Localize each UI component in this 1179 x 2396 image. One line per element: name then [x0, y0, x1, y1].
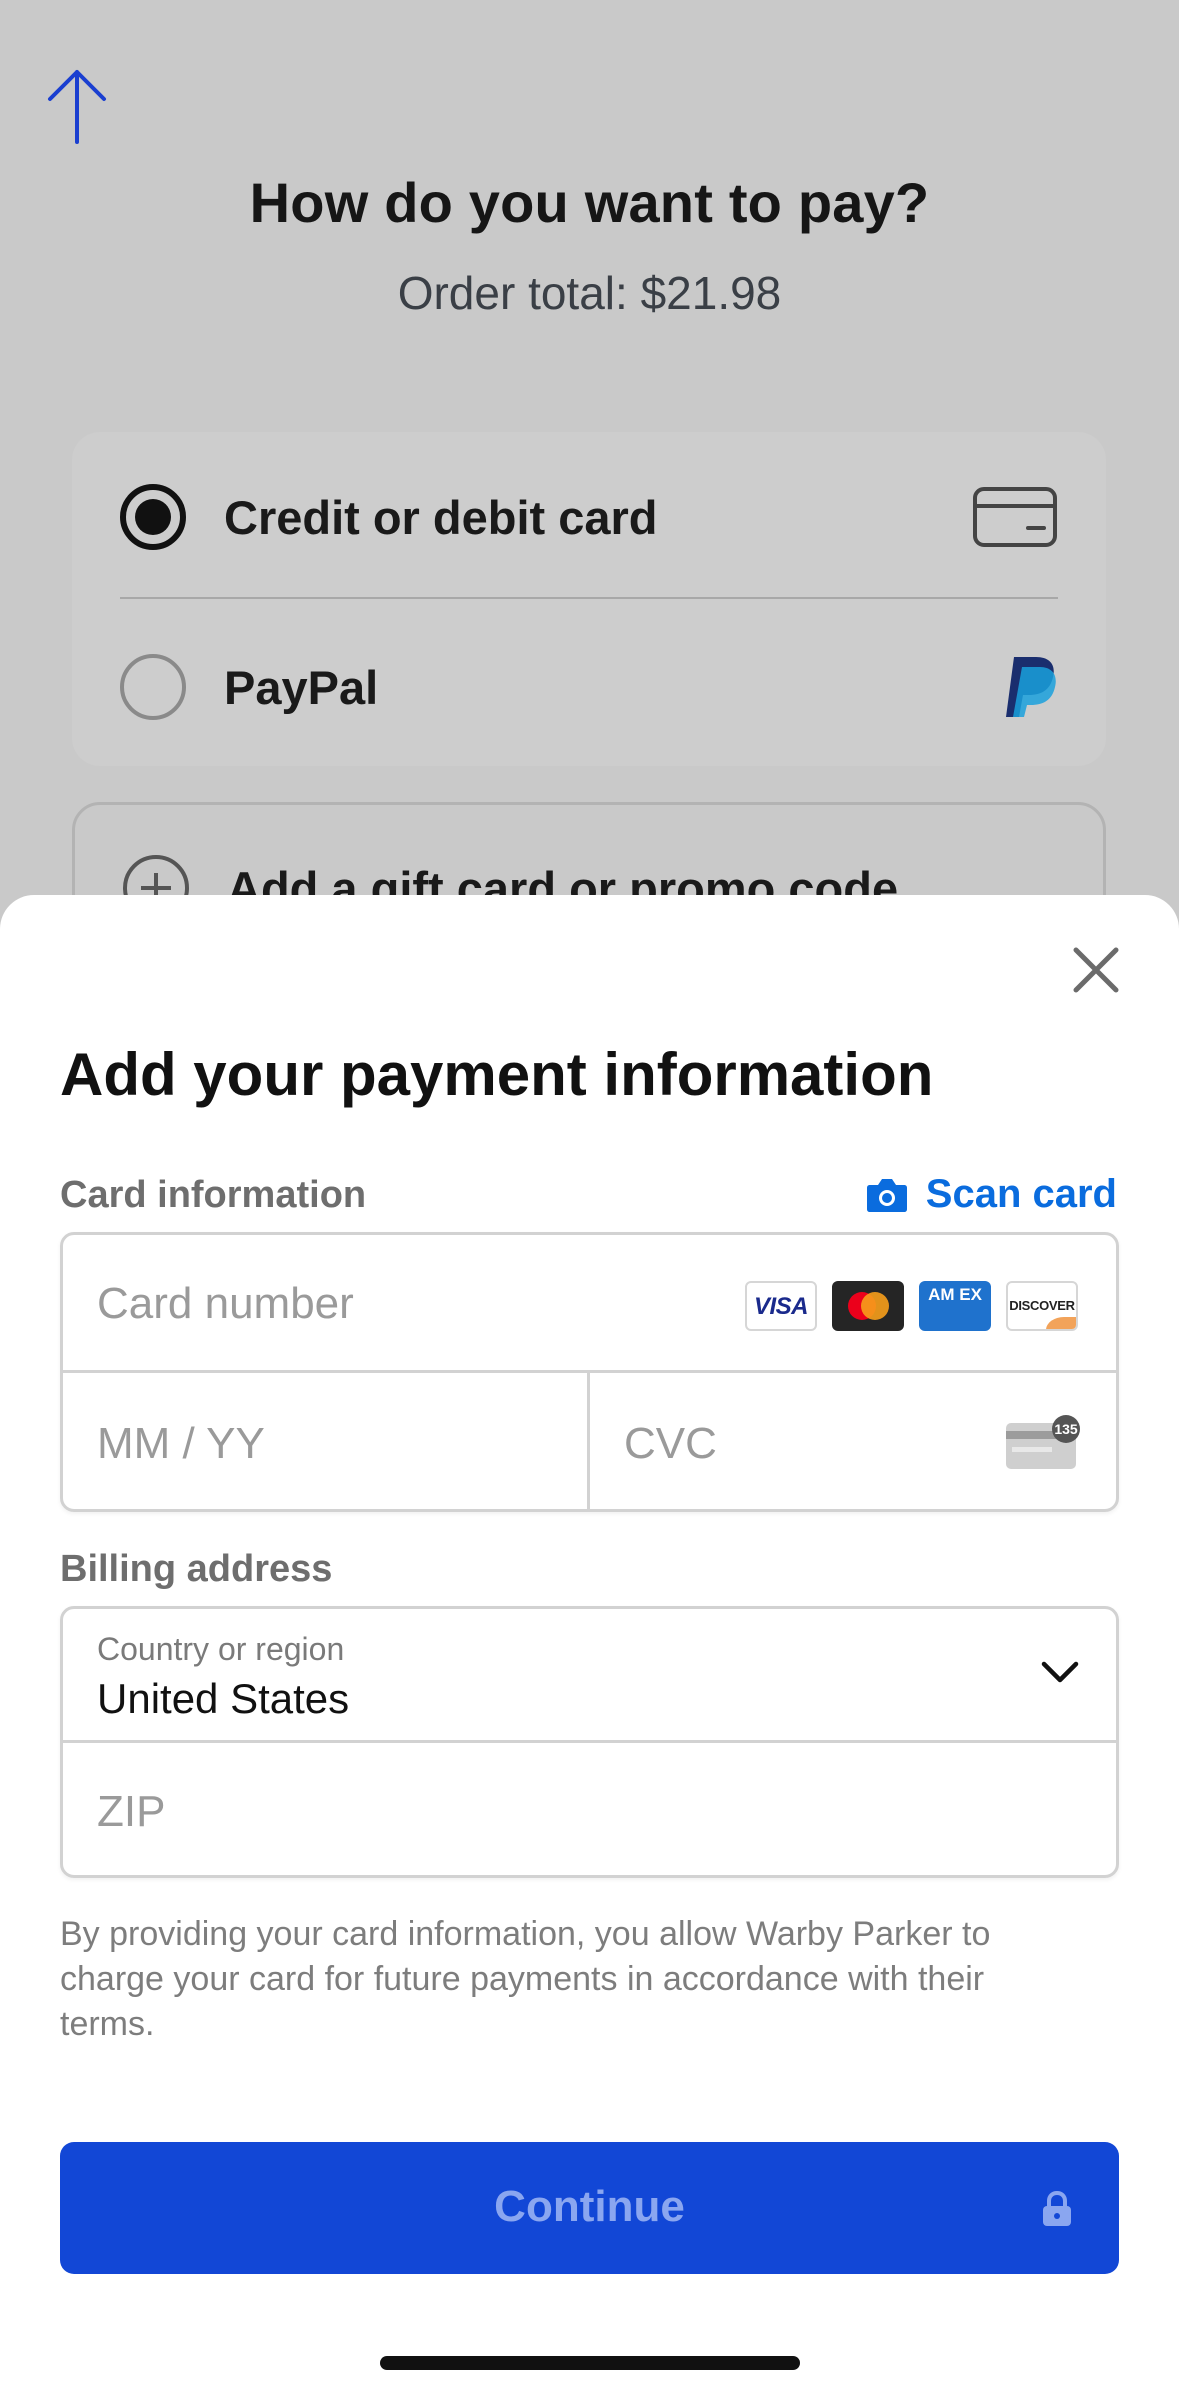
card-brand-logos: VISA AM EX DISCOVER	[730, 1281, 1078, 1331]
svg-text:135: 135	[1054, 1421, 1078, 1437]
billing-section-label: Billing address	[60, 1548, 333, 1590]
card-section-label: Card information	[60, 1174, 367, 1216]
expiry-placeholder: MM / YY	[97, 1419, 265, 1468]
home-indicator[interactable]	[380, 2356, 800, 2370]
page-title: How do you want to pay?	[249, 171, 930, 234]
payment-methods-card: Credit or debit card PayPal	[72, 432, 1106, 766]
divider	[120, 597, 1058, 599]
scan-card-button[interactable]: Scan card	[866, 1172, 1117, 1217]
zip-placeholder: ZIP	[97, 1787, 166, 1836]
amex-logo-icon: AM EX	[919, 1281, 991, 1331]
mastercard-logo-icon	[832, 1281, 904, 1331]
chevron-down-icon	[1041, 1661, 1079, 1683]
radio-unselected-icon[interactable]	[120, 654, 186, 720]
close-icon[interactable]	[1066, 940, 1126, 1000]
method-label: PayPal	[224, 660, 379, 714]
legal-disclaimer: By providing your card information, you …	[60, 1915, 991, 2043]
discover-logo-icon: DISCOVER	[1006, 1281, 1078, 1331]
zip-input[interactable]: ZIP	[63, 1743, 1116, 1875]
lock-icon	[1043, 2190, 1071, 2226]
card-fields: Card number VISA AM EX DISCOVER MM / YY …	[60, 1232, 1119, 1512]
country-select[interactable]: Country or region United States	[63, 1609, 1116, 1743]
arrow-up-icon[interactable]	[44, 68, 110, 146]
visa-logo-icon: VISA	[745, 1281, 817, 1331]
method-label: Credit or debit card	[224, 490, 658, 544]
cvc-input[interactable]: CVC 135	[590, 1373, 1116, 1509]
card-number-input[interactable]: Card number VISA AM EX DISCOVER	[63, 1235, 1116, 1373]
order-total: Order total: $21.98	[397, 267, 782, 319]
country-value: United States	[97, 1675, 350, 1722]
scan-card-label: Scan card	[925, 1172, 1117, 1216]
cvc-card-icon: 135	[1006, 1415, 1080, 1469]
expiry-input[interactable]: MM / YY	[63, 1373, 590, 1509]
camera-icon	[866, 1178, 907, 1212]
credit-card-icon	[973, 487, 1057, 547]
method-paypal[interactable]: PayPal	[120, 612, 1058, 762]
paypal-icon	[1006, 657, 1056, 717]
billing-fields: Country or region United States ZIP	[60, 1606, 1119, 1878]
continue-label: Continue	[494, 2182, 685, 2231]
continue-button[interactable]: Continue	[60, 2142, 1119, 2274]
country-caption: Country or region	[97, 1631, 345, 1667]
sheet-title: Add your payment information	[60, 1041, 934, 1108]
radio-selected-icon[interactable]	[120, 484, 186, 550]
cvc-placeholder: CVC	[624, 1419, 717, 1468]
card-number-placeholder: Card number	[97, 1279, 354, 1328]
method-credit-card[interactable]: Credit or debit card	[120, 442, 1058, 592]
